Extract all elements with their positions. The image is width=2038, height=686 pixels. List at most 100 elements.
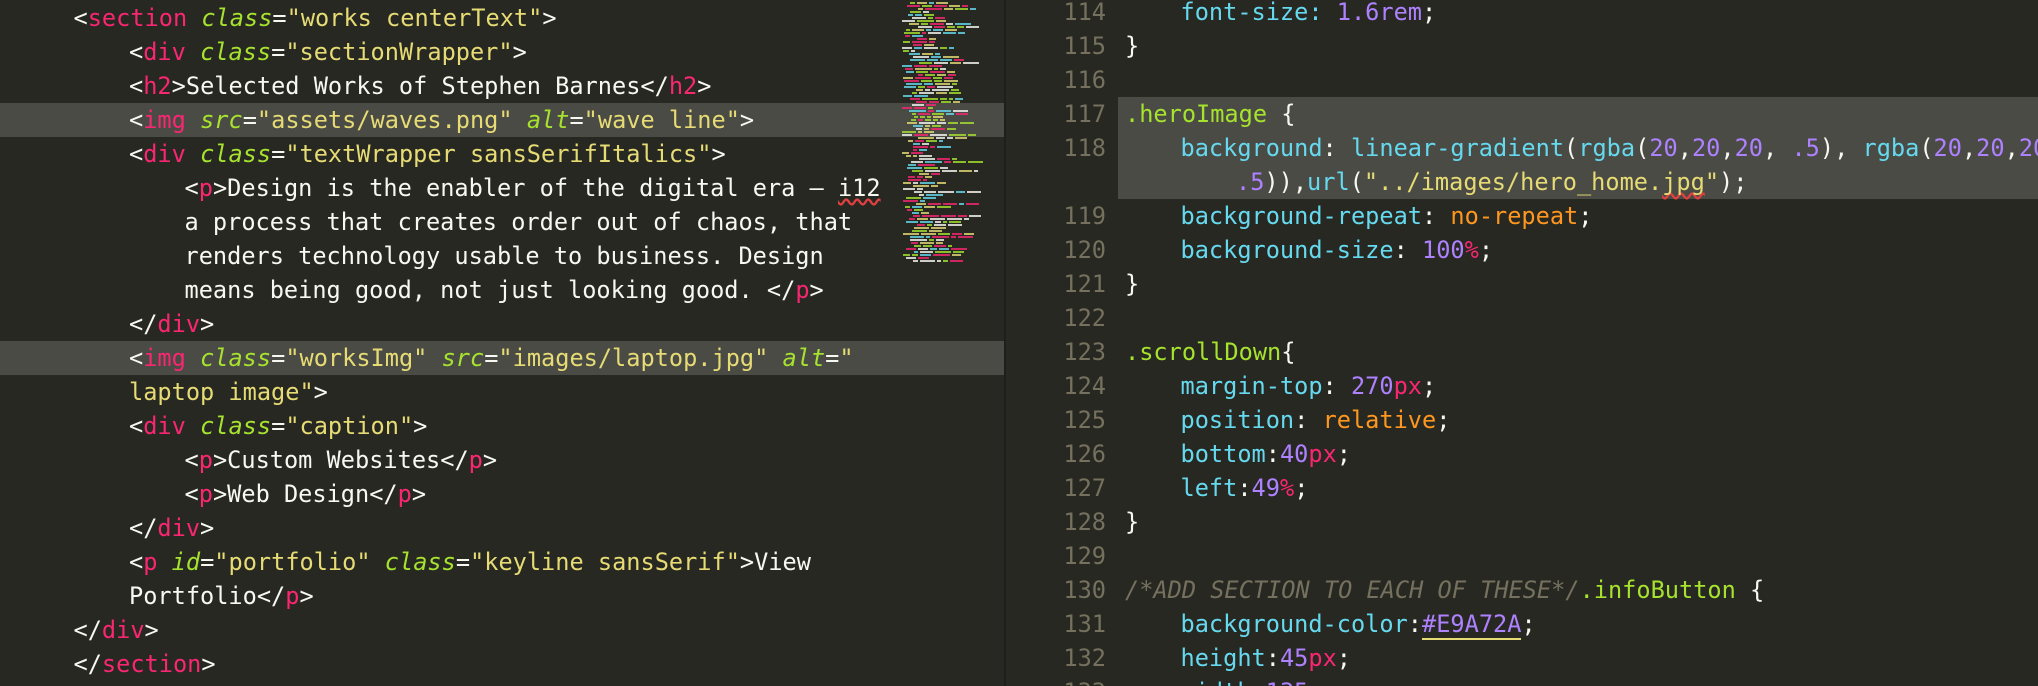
code-line[interactable]: 114 font-size: 1.6rem;	[1006, 0, 2038, 29]
minimap-mark	[912, 212, 919, 214]
code-line[interactable]: 123 .scrollDown{	[1006, 335, 2038, 369]
code-line[interactable]: <h2>Selected Works of Stephen Barnes</h2…	[0, 69, 1004, 103]
code-token: renders technology usable to business. D…	[184, 242, 824, 270]
code-line[interactable]: </div>	[0, 613, 1004, 647]
code-line[interactable]: 119 background-repeat: no-repeat;	[1006, 199, 2038, 233]
code-line[interactable]: 126 bottom:40px;	[1006, 437, 2038, 471]
line-number: 132	[1063, 644, 1106, 672]
minimap[interactable]	[900, 0, 1004, 266]
code-token: <	[129, 548, 144, 576]
css-editor-pane[interactable]: 114 font-size: 1.6rem; 115} 116 117 .heroImag…	[1006, 0, 2038, 686]
code-token: div	[157, 310, 201, 338]
minimap-mark	[931, 173, 940, 175]
code-line[interactable]: laptop image">	[0, 375, 1004, 409]
code-line[interactable]: <img src="assets/waves.png" alt="wave li…	[0, 103, 1004, 137]
minimap-mark	[917, 188, 923, 190]
code-line[interactable]: 133 width:135px;	[1006, 675, 2038, 686]
minimap-mark	[951, 248, 967, 250]
code-line[interactable]: <p id="portfolio" class="keyline sansSer…	[0, 545, 1004, 579]
code-line[interactable]: 124 margin-top: 270px;	[1006, 369, 2038, 403]
code-token: img	[143, 344, 186, 372]
code-line[interactable]: 115}	[1006, 29, 2038, 63]
code-line[interactable]: means being good, not just looking good.…	[0, 273, 1004, 307]
minimap-mark	[913, 185, 929, 187]
code-line[interactable]: <div class="sectionWrapper">	[0, 35, 1004, 69]
minimap-mark	[936, 242, 943, 244]
line-number: 119	[1063, 202, 1106, 230]
code-line[interactable]: 117 .heroImage {	[1063, 97, 2038, 131]
minimap-mark	[944, 80, 958, 82]
code-token: :	[1265, 440, 1280, 468]
code-line[interactable]: <div class="caption">	[0, 409, 1004, 443]
code-line[interactable]: 120 background-size: 100%;	[1006, 233, 2038, 267]
minimap-mark	[947, 26, 955, 28]
code-line[interactable]: <p>Web Design</p>	[0, 477, 1004, 511]
code-line[interactable]: <img class="worksImg" src="images/laptop…	[0, 341, 1004, 375]
code-line-content: Portfolio</p>	[129, 579, 314, 613]
code-line[interactable]: Portfolio</p>	[0, 579, 1004, 613]
code-line[interactable]: 131 background-color:#E9A72A;	[1006, 607, 2038, 641]
minimap-mark	[911, 152, 923, 154]
code-line[interactable]: 127 left:49%;	[1006, 471, 2038, 505]
code-line-content: background-size: 100%;	[1181, 233, 1494, 267]
code-line[interactable]: a process that creates order out of chao…	[0, 205, 1004, 239]
code-line[interactable]: 132 height:45px;	[1006, 641, 2038, 675]
code-line[interactable]: 125 position: relative;	[1006, 403, 2038, 437]
code-line[interactable]: 128}	[1006, 505, 2038, 539]
code-line-content: <p>Design is the enabler of the digital …	[185, 171, 881, 205]
code-token: alt	[526, 106, 570, 134]
minimap-mark	[914, 209, 923, 211]
minimap-mark	[919, 122, 935, 124]
code-line[interactable]: 121}	[1006, 267, 2038, 301]
minimap-mark	[914, 107, 926, 109]
code-line[interactable]: 130 /*ADD SECTION TO EACH OF THESE*/.info…	[1006, 573, 2038, 607]
minimap-mark	[947, 218, 962, 220]
code-token: means being good, not just looking good.	[184, 276, 767, 304]
code-line[interactable]: <p>Custom Websites</p>	[0, 443, 1004, 477]
code-token: >	[212, 174, 228, 202]
code-line[interactable]: renders technology usable to business. D…	[0, 239, 1004, 273]
code-token: jpg	[1662, 168, 1705, 196]
minimap-mark	[920, 221, 933, 223]
minimap-mark	[910, 11, 921, 13]
code-line[interactable]: </section>	[0, 647, 1004, 681]
code-line[interactable]: 122	[1006, 301, 2038, 335]
minimap-mark	[937, 86, 953, 88]
code-line[interactable]: <div class="textWrapper sansSerifItalics…	[0, 137, 1004, 171]
code-token: =	[271, 140, 286, 168]
code-line[interactable]: 129	[1006, 539, 2038, 573]
code-token: p	[143, 548, 158, 576]
code-line-content: <p id="portfolio" class="keyline sansSer…	[129, 545, 811, 579]
code-token: >	[144, 616, 159, 644]
html-editor-pane[interactable]: <section class="works centerText"> <div c…	[0, 0, 1004, 686]
code-line[interactable]: </div>	[0, 511, 1004, 545]
minimap-mark	[951, 236, 956, 238]
code-line[interactable]: </div>	[0, 307, 1004, 341]
code-token: :	[1252, 678, 1266, 686]
code-token: }	[1125, 508, 1140, 536]
minimap-mark	[906, 71, 914, 73]
minimap-mark	[950, 62, 961, 64]
minimap-mark	[918, 164, 935, 166]
code-token: >	[200, 514, 215, 542]
code-line[interactable]: 118 background: linear-gradient(rgba(20,2…	[1063, 131, 2038, 165]
code-token: >	[542, 4, 557, 32]
minimap-mark	[921, 212, 929, 214]
minimap-mark	[919, 92, 934, 94]
minimap-mark	[908, 164, 916, 166]
code-line[interactable]: .5)),url("../images/hero_home.jpg");	[1118, 165, 2038, 199]
code-line[interactable]: <p>Design is the enabler of the digital …	[0, 171, 1004, 205]
code-token: /*ADD SECTION TO EACH OF THESE*/	[1125, 576, 1580, 604]
line-number: 133	[1006, 675, 1106, 686]
minimap-mark	[925, 170, 940, 172]
minimap-mark	[912, 206, 922, 208]
code-token: "caption"	[285, 412, 414, 440]
minimap-mark	[934, 245, 946, 247]
code-line[interactable]: 116	[1006, 63, 2038, 97]
minimap-mark	[906, 155, 911, 157]
code-line[interactable]: <section class="works centerText">	[0, 1, 1004, 35]
minimap-mark	[912, 170, 923, 172]
minimap-mark	[953, 110, 968, 112]
